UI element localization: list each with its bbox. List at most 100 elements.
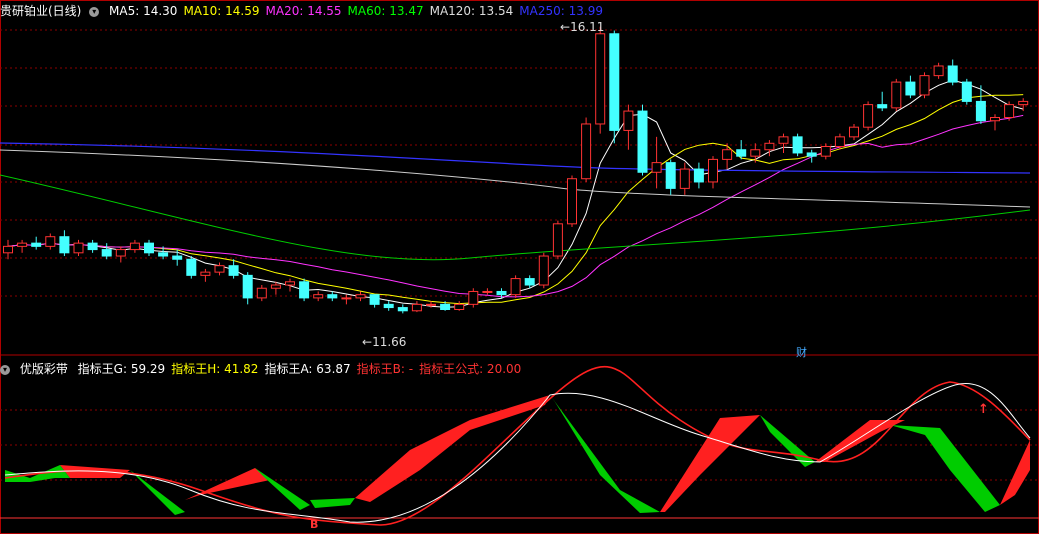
candle-body bbox=[17, 242, 28, 247]
candle-body bbox=[59, 236, 70, 254]
candle-body bbox=[327, 294, 338, 299]
candlestick bbox=[256, 285, 267, 302]
candle-body bbox=[891, 81, 902, 109]
candlestick bbox=[637, 104, 648, 176]
candlestick bbox=[17, 239, 28, 253]
low-price-label: ←11.66 bbox=[362, 335, 407, 349]
candlestick bbox=[214, 262, 225, 276]
candlestick bbox=[891, 78, 902, 112]
candle-body bbox=[679, 168, 690, 189]
indicator-legend-item: 指标王B: - bbox=[356, 362, 414, 376]
ma-legend-item: MA10: 14.59 bbox=[183, 4, 260, 18]
candle-body bbox=[820, 146, 831, 157]
indicator-legend-item: 指标王公式: 20.00 bbox=[419, 362, 522, 376]
candlestick bbox=[679, 162, 690, 195]
candlestick bbox=[482, 288, 493, 295]
candle-body bbox=[158, 252, 169, 257]
candle-body bbox=[45, 236, 56, 247]
ma-legend-item: MA60: 13.47 bbox=[347, 4, 424, 18]
candlestick bbox=[961, 78, 972, 105]
candle-body bbox=[510, 278, 521, 296]
ribbon-band bbox=[1000, 440, 1030, 505]
candle-body bbox=[1004, 104, 1015, 119]
ma250-line bbox=[0, 142, 1031, 174]
candle-body bbox=[990, 117, 1000, 122]
candle-body bbox=[764, 142, 775, 151]
candle-body bbox=[595, 33, 606, 125]
candlestick bbox=[327, 291, 338, 302]
candlestick bbox=[722, 143, 733, 170]
candlestick bbox=[31, 236, 42, 250]
candlestick bbox=[778, 133, 789, 153]
candlestick bbox=[609, 30, 620, 144]
candlestick bbox=[510, 275, 521, 298]
up-arrow-icon: ↑ bbox=[978, 402, 989, 417]
candlestick bbox=[708, 156, 718, 189]
candlestick bbox=[73, 239, 84, 257]
candle-body bbox=[722, 149, 733, 160]
candle-body bbox=[933, 65, 944, 77]
candlestick bbox=[45, 233, 56, 250]
indicator-red-line bbox=[4, 365, 1031, 526]
chevron-down-icon[interactable]: ▾ bbox=[0, 364, 10, 375]
candle-body bbox=[186, 258, 197, 276]
candlestick bbox=[411, 301, 422, 313]
candle-body bbox=[285, 281, 295, 286]
candlestick bbox=[990, 114, 1000, 131]
low-price-arrow-icon: ← bbox=[362, 335, 373, 349]
high-price-arrow-icon: ← bbox=[560, 20, 571, 34]
candlestick bbox=[665, 159, 676, 195]
candlestick bbox=[454, 301, 465, 311]
candlestick bbox=[538, 252, 549, 289]
candlestick bbox=[383, 301, 394, 311]
indicator-legend-item: 指标王G: 59.29 bbox=[77, 362, 166, 376]
candle-body bbox=[609, 33, 620, 131]
candle-body bbox=[538, 255, 549, 286]
candlestick bbox=[581, 117, 592, 182]
candlestick bbox=[144, 239, 154, 257]
candle-body bbox=[482, 290, 493, 293]
candle-body bbox=[101, 249, 112, 257]
stock-title: 贵研铂业(日线) bbox=[0, 4, 82, 18]
candlestick bbox=[59, 230, 70, 257]
indicator-ribbon bbox=[5, 395, 1030, 515]
candle-body bbox=[736, 149, 747, 157]
candlesticks[interactable] bbox=[3, 26, 1029, 314]
candlestick bbox=[623, 104, 634, 150]
candle-body bbox=[242, 274, 253, 299]
candlestick bbox=[651, 136, 662, 189]
candlestick bbox=[87, 239, 98, 253]
candle-body bbox=[665, 162, 676, 189]
ma-legend-item: MA5: 14.30 bbox=[109, 4, 178, 18]
candle-body bbox=[454, 303, 465, 311]
candlestick bbox=[849, 123, 859, 141]
candle-body bbox=[849, 126, 859, 138]
candlestick bbox=[919, 72, 930, 99]
candlestick bbox=[834, 133, 845, 150]
candle-body bbox=[975, 100, 986, 122]
finance-badge[interactable]: 财 bbox=[796, 344, 807, 360]
candlestick bbox=[552, 220, 563, 260]
main-chart-header: 贵研铂业(日线) ▾ MA5: 14.30 MA10: 14.59 MA20: 14… bbox=[0, 2, 615, 20]
chevron-down-icon[interactable]: ▾ bbox=[89, 6, 100, 17]
candle-body bbox=[905, 81, 916, 96]
candle-body bbox=[750, 149, 761, 157]
candle-body bbox=[651, 162, 662, 173]
candlestick bbox=[933, 62, 944, 79]
chart-canvas[interactable] bbox=[0, 0, 1039, 534]
candle-body bbox=[623, 110, 634, 131]
ribbon-band bbox=[130, 470, 185, 515]
candle-body bbox=[313, 294, 324, 299]
indicator-legend-item: 指标王H: 41.82 bbox=[171, 362, 259, 376]
candlestick bbox=[341, 294, 352, 305]
candle-body bbox=[637, 110, 648, 173]
buy-signal-marker: B bbox=[310, 518, 319, 531]
candle-body bbox=[567, 178, 577, 225]
candle-body bbox=[172, 255, 183, 260]
candlestick bbox=[129, 239, 140, 253]
candle-body bbox=[708, 158, 718, 183]
candle-body bbox=[496, 290, 507, 296]
candle-body bbox=[270, 284, 281, 289]
indicator-header: ▾ 优版彩带 指标王G: 59.29 指标王H: 41.82 指标王A: 63.87… bbox=[0, 360, 533, 378]
candlestick bbox=[820, 143, 831, 160]
